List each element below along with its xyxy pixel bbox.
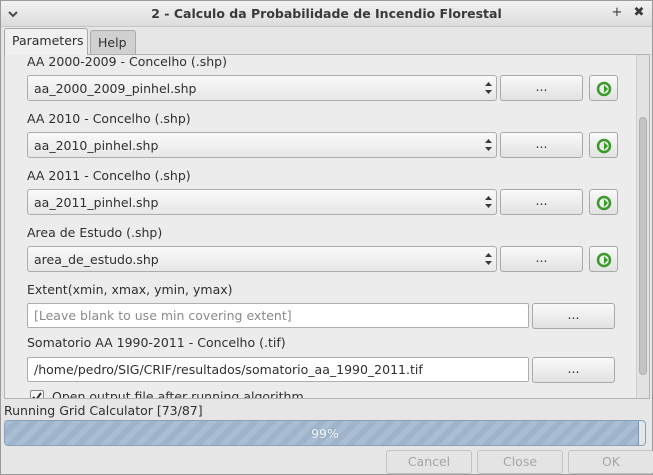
- param-label-extent: Extent(xmin, xmax, ymin, ymax): [27, 282, 233, 297]
- combo-aa-2010[interactable]: aa_2010_pinhel.shp: [27, 132, 497, 158]
- ok-button[interactable]: OK: [568, 450, 653, 474]
- param-label-aa-2000-2009: AA 2000-2009 - Concelho (.shp): [27, 54, 227, 69]
- open-output-label: Open output file after running algorithm: [52, 389, 304, 399]
- browse-button-aa-2011[interactable]: ...: [500, 189, 583, 215]
- browse-button-area-de-estudo[interactable]: ...: [500, 246, 583, 272]
- combo-value: aa_2011_pinhel.shp: [34, 195, 159, 210]
- parameters-panel: AA 2000-2009 - Concelho (.shp) aa_2000_2…: [4, 54, 650, 399]
- vertical-scrollbar[interactable]: [636, 55, 649, 398]
- scrollbar-thumb[interactable]: [639, 117, 647, 375]
- combo-aa-2011[interactable]: aa_2011_pinhel.shp: [27, 189, 497, 215]
- title-bar[interactable]: 2 - Calculo da Probabilidade de Incendio…: [1, 1, 652, 27]
- iterate-icon: [596, 252, 612, 268]
- combo-value: aa_2010_pinhel.shp: [34, 138, 159, 153]
- pin-icon[interactable]: +: [609, 5, 625, 21]
- ok-button-label: OK: [601, 454, 621, 469]
- extent-input[interactable]: [28, 304, 528, 327]
- param-label-output: Somatorio AA 1990-2011 - Concelho (.tif): [27, 335, 286, 350]
- browse-button-aa-2000-2009[interactable]: ...: [500, 75, 583, 101]
- iterate-button-aa-2011[interactable]: [589, 189, 618, 215]
- spin-arrows-icon: [485, 139, 492, 151]
- checkmark-icon: [32, 392, 42, 398]
- progress-label: 99%: [311, 426, 339, 441]
- status-text: Running Grid Calculator [73/87]: [4, 403, 203, 418]
- open-output-checkbox[interactable]: [30, 390, 44, 398]
- tab-help[interactable]: Help: [90, 30, 136, 54]
- iterate-button-area-de-estudo[interactable]: [589, 246, 618, 272]
- cancel-button[interactable]: Cancel: [386, 450, 472, 474]
- param-label-area-de-estudo: Area de Estudo (.shp): [27, 225, 163, 240]
- combo-value: aa_2000_2009_pinhel.shp: [34, 81, 197, 96]
- param-label-aa-2011: AA 2011 - Concelho (.shp): [27, 168, 191, 183]
- close-window-icon[interactable]: ✖: [631, 5, 647, 21]
- combo-aa-2000-2009[interactable]: aa_2000_2009_pinhel.shp: [27, 75, 497, 101]
- iterate-icon: [596, 81, 612, 97]
- progress-bar: 99%: [4, 420, 646, 446]
- browse-button-aa-2010[interactable]: ...: [500, 132, 583, 158]
- output-path-input[interactable]: [28, 358, 528, 381]
- close-button[interactable]: Close: [477, 450, 563, 474]
- param-label-aa-2010: AA 2010 - Concelho (.shp): [27, 111, 191, 126]
- iterate-icon: [596, 195, 612, 211]
- output-path-field[interactable]: [27, 357, 529, 382]
- iterate-button-aa-2000-2009[interactable]: [589, 75, 618, 101]
- spin-arrows-icon: [485, 196, 492, 208]
- combo-area-de-estudo[interactable]: area_de_estudo.shp: [27, 246, 497, 272]
- dialog-window: 2 - Calculo da Probabilidade de Incendio…: [0, 0, 653, 475]
- iterate-icon: [596, 138, 612, 154]
- tab-parameters[interactable]: Parameters: [4, 28, 88, 55]
- close-button-label: Close: [502, 454, 538, 469]
- window-title: 2 - Calculo da Probabilidade de Incendio…: [151, 6, 502, 21]
- spin-arrows-icon: [485, 253, 492, 265]
- combo-value: area_de_estudo.shp: [34, 252, 159, 267]
- cancel-button-label: Cancel: [407, 454, 451, 469]
- output-browse-button[interactable]: ...: [532, 357, 615, 383]
- extent-field[interactable]: [27, 303, 529, 328]
- extent-select-button[interactable]: ...: [532, 303, 615, 329]
- iterate-button-aa-2010[interactable]: [589, 132, 618, 158]
- spin-arrows-icon: [485, 82, 492, 94]
